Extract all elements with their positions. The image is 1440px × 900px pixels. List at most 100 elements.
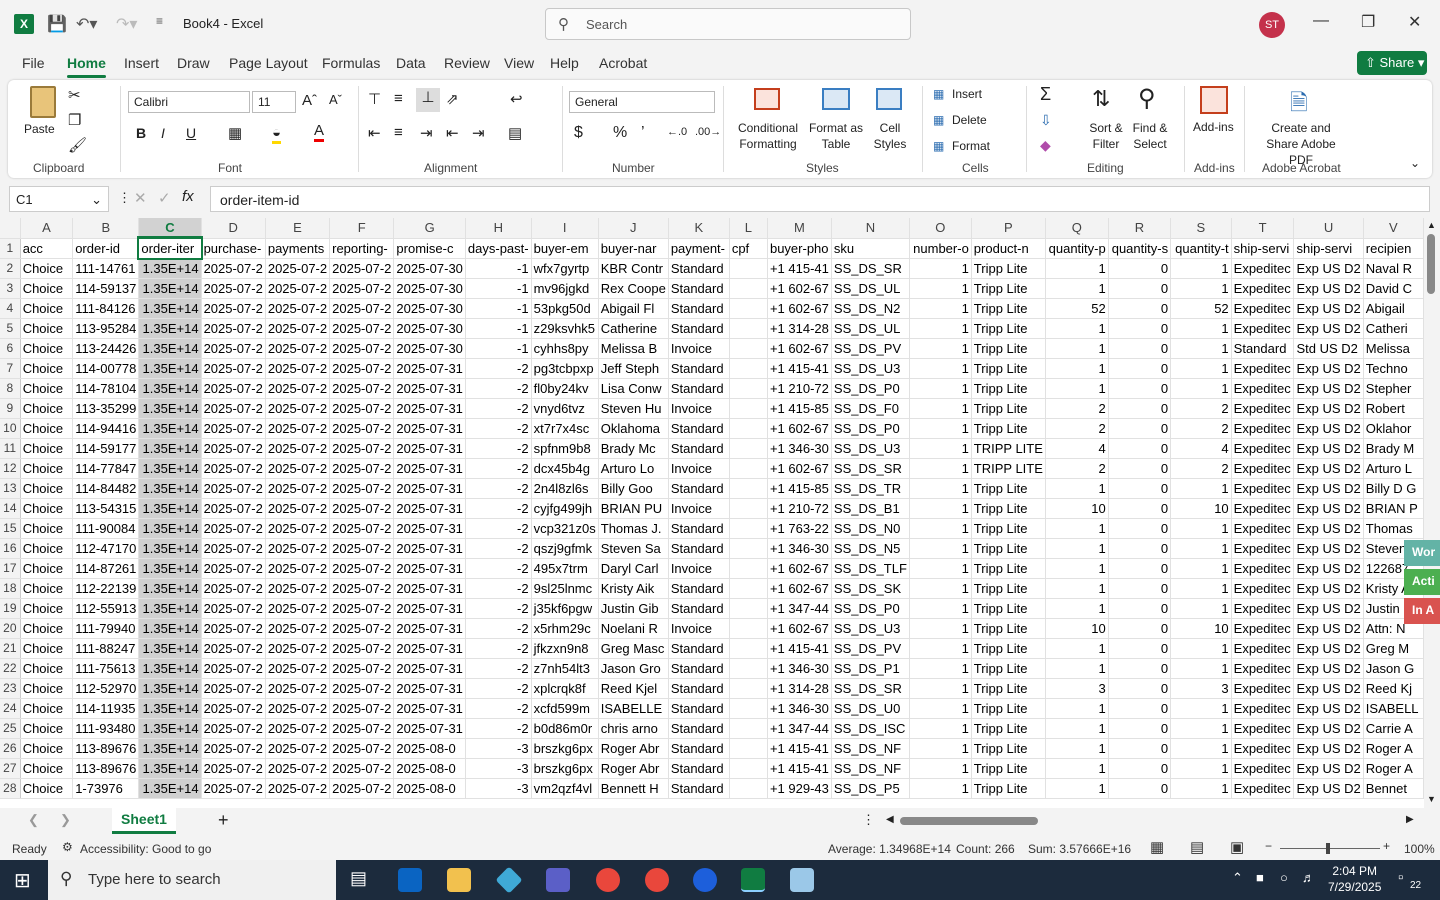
font-name-select[interactable]: Calibri xyxy=(128,91,250,113)
add-ins-icon[interactable] xyxy=(1200,86,1228,117)
cell[interactable]: KBR Contr xyxy=(598,258,669,279)
cell[interactable]: 1.35E+14 xyxy=(138,578,202,599)
zoom-icon[interactable] xyxy=(693,868,717,892)
cell[interactable]: 2025-07-2 xyxy=(329,358,395,379)
row-header[interactable]: 15 xyxy=(0,518,21,539)
cell[interactable]: Techno xyxy=(1363,358,1424,379)
cell[interactable]: 1 xyxy=(1170,658,1232,679)
cell[interactable]: 1.35E+14 xyxy=(138,258,202,279)
spreadsheet-grid[interactable]: A B C D E F G H I J K L M N O P Q R S T U V 1 acc order-id order-… xyxy=(0,218,1424,808)
cell[interactable]: 2025-07-2 xyxy=(201,458,266,479)
cell[interactable]: Standard xyxy=(668,578,730,599)
cell[interactable]: Exp US D2 xyxy=(1293,378,1364,399)
cell[interactable]: 2025-07-2 xyxy=(329,698,395,719)
cell[interactable]: 1 xyxy=(909,558,972,579)
cell[interactable]: Exp US D2 xyxy=(1293,498,1364,519)
column-header[interactable]: D xyxy=(201,218,266,239)
cell[interactable]: j35kf6pgw xyxy=(531,598,599,619)
cell[interactable]: 2025-07-2 xyxy=(265,418,331,439)
cell[interactable]: mv96jgkd xyxy=(531,278,599,299)
cell[interactable]: 0 xyxy=(1108,298,1172,319)
cell[interactable]: number-o xyxy=(909,238,972,259)
cell[interactable]: Expeditec xyxy=(1231,558,1295,579)
cell[interactable]: 1.35E+14 xyxy=(138,278,202,299)
cell[interactable] xyxy=(729,558,768,579)
cell[interactable]: 52 xyxy=(1170,298,1232,319)
format-cells-button[interactable]: Format xyxy=(952,139,990,153)
cell[interactable] xyxy=(729,378,768,399)
cell[interactable]: Exp US D2 xyxy=(1293,658,1364,679)
cell[interactable]: 2025-07-2 xyxy=(329,778,395,799)
cell[interactable]: -2 xyxy=(465,598,532,619)
zoom-out-icon[interactable]: − xyxy=(1265,839,1272,853)
cell[interactable]: 2025-07-31 xyxy=(393,438,466,459)
windows-start-icon[interactable]: ⊞ xyxy=(14,868,31,893)
cell[interactable]: -2 xyxy=(465,538,532,559)
cell[interactable]: 1.35E+14 xyxy=(138,738,202,759)
cell[interactable]: Choice xyxy=(20,478,74,499)
copy-icon[interactable]: ❐ xyxy=(68,111,81,129)
cell[interactable]: Choice xyxy=(20,738,74,759)
cell[interactable]: 1 xyxy=(1045,478,1109,499)
merge-center-icon[interactable]: ▤ xyxy=(508,124,522,142)
cell[interactable]: Expeditec xyxy=(1231,318,1295,339)
cell[interactable]: 2025-07-2 xyxy=(329,678,395,699)
cell[interactable]: 1.35E+14 xyxy=(138,678,202,699)
cell[interactable]: 1.35E+14 xyxy=(138,458,202,479)
row-header[interactable]: 17 xyxy=(0,558,21,579)
cell-table[interactable]: A B C D E F G H I J K L M N O P Q R S T U V 1 acc order-id order-… xyxy=(0,218,1424,799)
column-header[interactable]: N xyxy=(831,218,910,239)
cell[interactable]: Standard xyxy=(668,478,730,499)
cell[interactable]: 0 xyxy=(1108,438,1172,459)
cell[interactable] xyxy=(729,478,768,499)
cell[interactable]: 1.35E+14 xyxy=(138,618,202,639)
cell[interactable]: Tripp Lite xyxy=(971,578,1046,599)
collapse-ribbon-icon[interactable]: ⌄ xyxy=(1410,156,1420,170)
cell[interactable]: 2025-07-31 xyxy=(393,678,466,699)
chrome-icon[interactable] xyxy=(596,868,620,892)
cell[interactable] xyxy=(729,718,768,739)
cell[interactable]: SS_DS_B1 xyxy=(831,498,910,519)
prev-sheet-icon[interactable]: ❮ xyxy=(28,812,39,828)
cell[interactable]: Daryl Carl xyxy=(598,558,669,579)
cell[interactable]: 2025-07-2 xyxy=(201,438,266,459)
cell[interactable]: buyer-nar xyxy=(598,238,669,259)
cell[interactable]: Greg M xyxy=(1363,638,1424,659)
cell[interactable]: Jason G xyxy=(1363,658,1424,679)
cell[interactable]: Catheri xyxy=(1363,318,1424,339)
cell[interactable]: 1 xyxy=(909,498,972,519)
cell[interactable]: 1 xyxy=(1170,758,1232,779)
cell[interactable]: 0 xyxy=(1108,418,1172,439)
cell[interactable]: quantity-s xyxy=(1108,238,1172,259)
cell[interactable]: SS_DS_P0 xyxy=(831,378,910,399)
cell[interactable]: 1 xyxy=(1170,578,1232,599)
cell[interactable]: 1 xyxy=(1170,778,1232,799)
cell[interactable]: Melissa B xyxy=(598,338,669,359)
cell[interactable]: Tripp Lite xyxy=(971,478,1046,499)
cell[interactable]: 2025-07-2 xyxy=(329,718,395,739)
cell[interactable]: 1 xyxy=(1170,738,1232,759)
cell[interactable]: Exp US D2 xyxy=(1293,638,1364,659)
row-header[interactable]: 22 xyxy=(0,658,21,679)
cell[interactable]: Standard xyxy=(668,598,730,619)
cell[interactable] xyxy=(729,778,768,799)
cell[interactable]: 2 xyxy=(1045,398,1109,419)
cell[interactable]: Exp US D2 xyxy=(1293,578,1364,599)
column-header[interactable]: G xyxy=(393,218,466,239)
cell[interactable]: Standard xyxy=(668,298,730,319)
cell[interactable]: Standard xyxy=(668,658,730,679)
cell[interactable]: days-past- xyxy=(465,238,532,259)
cell[interactable]: 1 xyxy=(1045,578,1109,599)
cell[interactable]: SS_DS_P5 xyxy=(831,778,910,799)
cell[interactable]: 2025-07-2 xyxy=(201,398,266,419)
cell[interactable]: 2025-08-0 xyxy=(393,758,466,779)
name-box[interactable]: C1 ⌄ xyxy=(9,186,109,212)
cell[interactable]: 1 xyxy=(909,758,972,779)
cell[interactable]: Exp US D2 xyxy=(1293,618,1364,639)
cell[interactable]: 2025-07-2 xyxy=(265,338,331,359)
cell[interactable]: 0 xyxy=(1108,758,1172,779)
cell[interactable]: TRIPP LITE xyxy=(971,438,1046,459)
cell[interactable]: 113-24426 xyxy=(72,338,140,359)
row-header[interactable]: 1 xyxy=(0,238,21,259)
outlook-icon[interactable] xyxy=(398,868,422,892)
